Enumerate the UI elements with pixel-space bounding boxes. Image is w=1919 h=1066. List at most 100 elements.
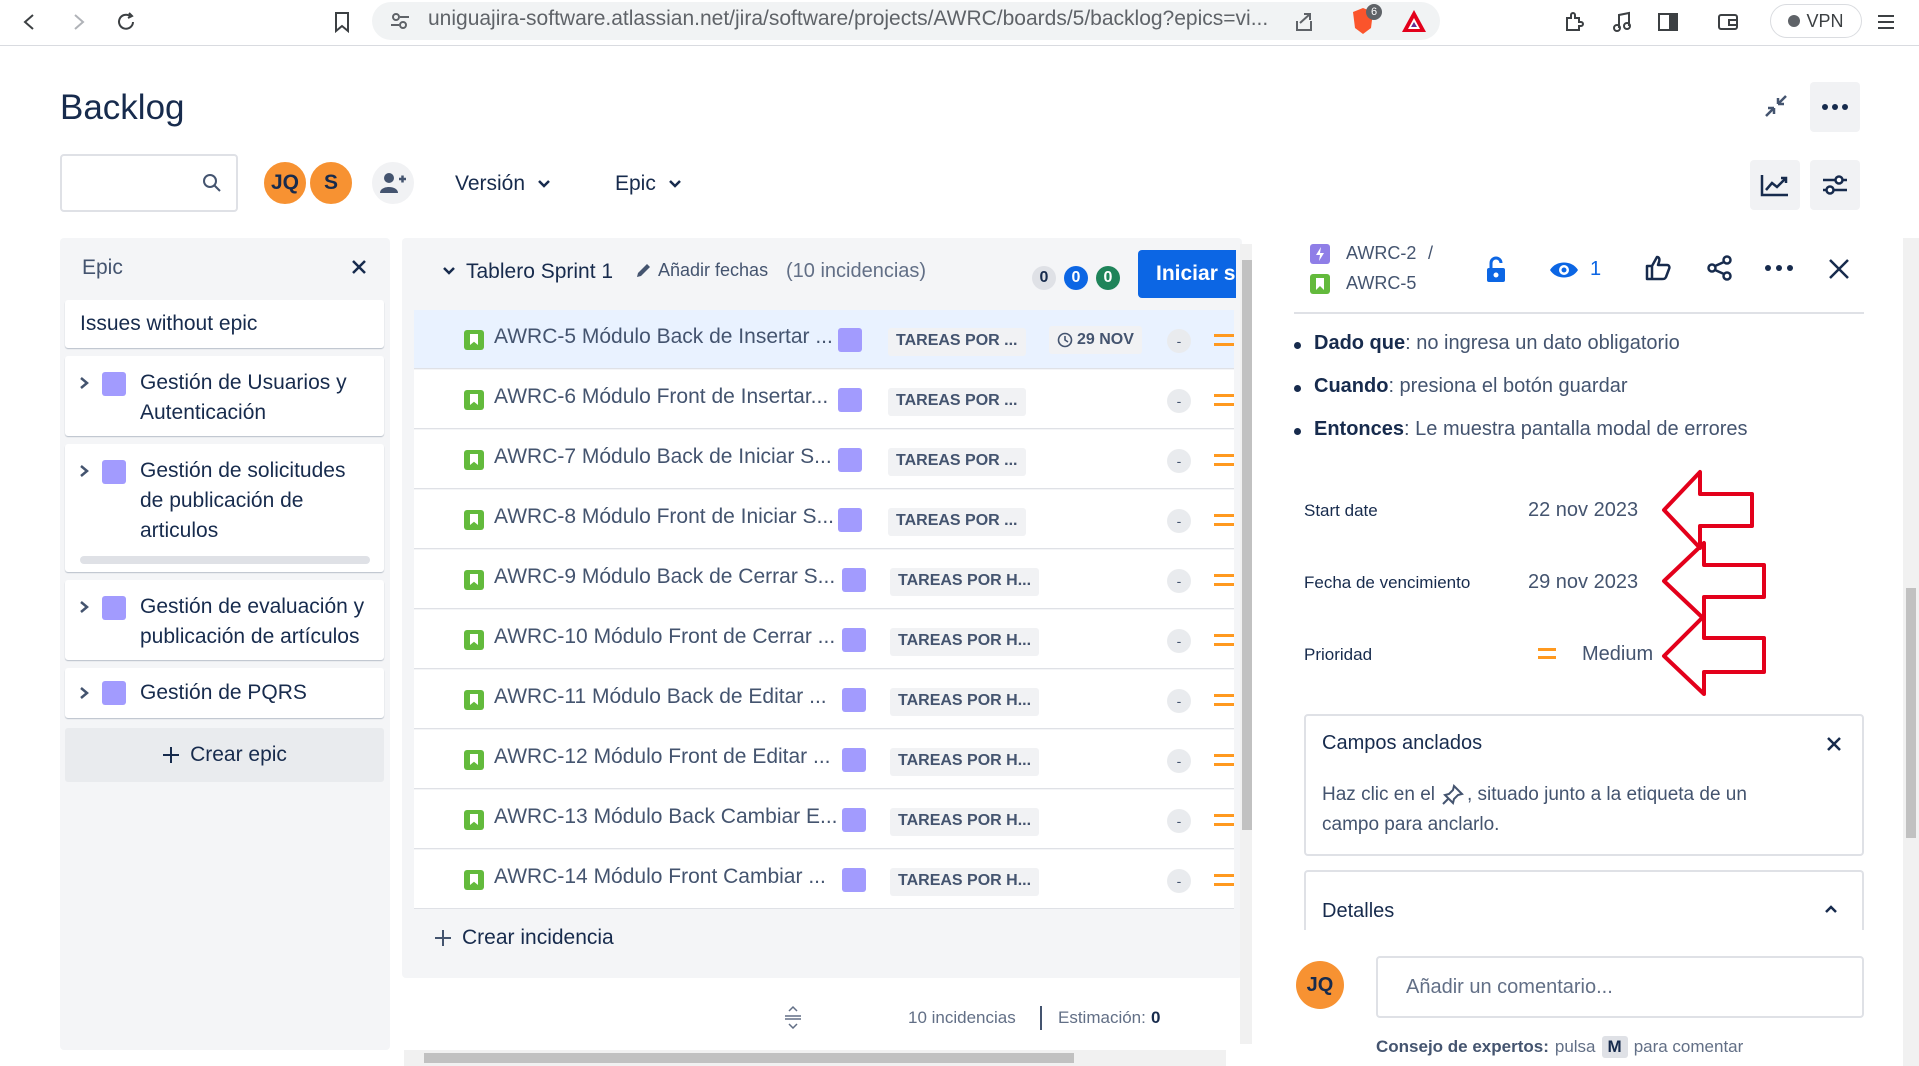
status-badge[interactable]: TAREAS POR H... (890, 628, 1040, 656)
page-scrollbar-thumb[interactable] (1906, 588, 1916, 838)
issue-summary[interactable]: AWRC-14 Módulo Front Cambiar ... (494, 865, 844, 889)
status-badge[interactable]: TAREAS POR ... (888, 388, 1026, 416)
estimate-badge[interactable]: - (1167, 509, 1191, 533)
create-epic-button[interactable]: Crear epic (65, 728, 384, 782)
status-badge[interactable]: TAREAS POR H... (890, 808, 1040, 836)
extensions-icon[interactable] (1556, 4, 1592, 40)
chevron-right-icon[interactable] (77, 686, 91, 700)
version-filter[interactable]: Versión (455, 166, 551, 202)
issue-summary[interactable]: AWRC-13 Módulo Back Cambiar E... (494, 805, 844, 829)
start-sprint-button[interactable]: Iniciar sp (1138, 250, 1236, 298)
chevron-right-icon[interactable] (77, 376, 91, 390)
estimate-badge[interactable]: - (1167, 569, 1191, 593)
search-input[interactable] (60, 154, 238, 212)
close-pinned-icon[interactable] (1826, 736, 1842, 752)
collapse-icon[interactable] (1762, 92, 1790, 120)
issue-summary[interactable]: AWRC-6 Módulo Front de Insertar... (494, 385, 844, 409)
estimate-badge[interactable]: - (1167, 389, 1191, 413)
epic-item[interactable]: Gestión de PQRS (65, 668, 384, 718)
chevron-down-icon[interactable] (442, 266, 456, 276)
more-options-button[interactable] (1810, 82, 1860, 132)
status-badge[interactable]: TAREAS POR H... (890, 688, 1040, 716)
issue-summary[interactable]: AWRC-12 Módulo Front de Editar ... (494, 745, 844, 769)
sprint-scrollbar-thumb[interactable] (1242, 260, 1252, 830)
add-dates-button[interactable]: Añadir fechas (634, 260, 768, 281)
menu-icon[interactable] (1868, 4, 1904, 40)
issues-without-epic[interactable]: Issues without epic (65, 300, 384, 348)
avatar[interactable]: S (308, 160, 354, 206)
chevron-up-icon[interactable] (1824, 904, 1838, 914)
create-issue-button[interactable]: Crear incidencia (434, 926, 614, 950)
close-epic-panel-icon[interactable] (350, 258, 368, 276)
epic-item[interactable]: Gestión de Usuarios y Autenticación (65, 356, 384, 436)
table-row[interactable]: AWRC-12 Módulo Front de Editar ... TAREAS… (414, 730, 1234, 789)
epic-item[interactable]: Gestión de evaluación y publicación de a… (65, 580, 384, 660)
forward-icon[interactable] (60, 4, 96, 40)
status-badge[interactable]: TAREAS POR ... (888, 328, 1026, 356)
estimate-badge[interactable]: - (1167, 449, 1191, 473)
estimate-badge[interactable]: - (1167, 629, 1191, 653)
sprint-name[interactable]: Tablero Sprint 1 (466, 260, 613, 284)
brave-rewards-icon[interactable] (1400, 8, 1428, 34)
table-row[interactable]: AWRC-13 Módulo Back Cambiar E... TAREAS P… (414, 790, 1234, 849)
wallet-icon[interactable] (1710, 4, 1746, 40)
table-row[interactable]: AWRC-11 Módulo Back de Editar ... TAREAS … (414, 670, 1234, 729)
comment-input[interactable]: Añadir un comentario... (1376, 956, 1864, 1018)
thumbs-up-icon[interactable] (1644, 254, 1672, 282)
share-icon[interactable] (1286, 4, 1322, 40)
table-row[interactable]: AWRC-8 Módulo Front de Iniciar S... TAREA… (414, 490, 1234, 549)
url-text[interactable]: uniguajira-software.atlassian.net/jira/s… (428, 7, 1278, 31)
brave-shield-icon[interactable]: 6 (1350, 4, 1382, 38)
issue-summary[interactable]: AWRC-7 Módulo Back de Iniciar S... (494, 445, 844, 469)
start-date-value[interactable]: 22 nov 2023 (1528, 499, 1638, 522)
issue-summary[interactable]: AWRC-5 Módulo Back de Insertar ... (494, 325, 844, 349)
table-row[interactable]: AWRC-5 Módulo Back de Insertar ... TAREAS… (414, 310, 1234, 369)
due-date-value[interactable]: 29 nov 2023 (1528, 571, 1638, 594)
estimate-badge[interactable]: - (1167, 689, 1191, 713)
unlock-icon[interactable] (1484, 256, 1508, 284)
issue-summary[interactable]: AWRC-9 Módulo Back de Cerrar S... (494, 565, 844, 589)
status-badge[interactable]: TAREAS POR H... (890, 568, 1040, 596)
issue-summary[interactable]: AWRC-10 Módulo Front de Cerrar ... (494, 625, 844, 649)
issue-summary[interactable]: AWRC-8 Módulo Front de Iniciar S... (494, 505, 844, 529)
ellipsis-icon[interactable] (1764, 264, 1794, 272)
estimate-badge[interactable]: - (1167, 749, 1191, 773)
table-row[interactable]: AWRC-6 Módulo Front de Insertar... TAREAS… (414, 370, 1234, 429)
music-icon[interactable] (1604, 4, 1640, 40)
table-row[interactable]: AWRC-9 Módulo Back de Cerrar S... TAREAS … (414, 550, 1234, 609)
status-badge[interactable]: TAREAS POR ... (888, 508, 1026, 536)
share-icon[interactable] (1706, 254, 1734, 282)
site-settings-icon[interactable] (390, 12, 410, 30)
status-badge[interactable]: TAREAS POR H... (890, 748, 1040, 776)
chevron-right-icon[interactable] (77, 464, 91, 478)
issue-summary[interactable]: AWRC-11 Módulo Back de Editar ... (494, 685, 844, 709)
details-section[interactable]: Detalles (1304, 870, 1864, 930)
page-scrollbar[interactable] (1903, 238, 1919, 1066)
estimate-badge[interactable]: - (1167, 869, 1191, 893)
close-icon[interactable] (1828, 258, 1850, 280)
insights-button[interactable] (1750, 160, 1800, 210)
epic-filter[interactable]: Epic (615, 166, 682, 202)
table-row[interactable]: AWRC-14 Módulo Front Cambiar ... TAREAS P… (414, 850, 1234, 909)
vpn-button[interactable]: VPN (1770, 4, 1862, 38)
status-badge[interactable]: TAREAS POR ... (888, 448, 1026, 476)
estimate-badge[interactable]: - (1167, 809, 1191, 833)
horizontal-scrollbar[interactable] (404, 1050, 1226, 1066)
bookmark-icon[interactable] (324, 4, 360, 40)
estimate-badge[interactable]: - (1167, 329, 1191, 353)
breadcrumb-current[interactable]: AWRC-5 (1346, 273, 1416, 294)
priority-value[interactable]: Medium (1582, 643, 1653, 666)
sidebar-toggle-icon[interactable] (1650, 4, 1686, 40)
table-row[interactable]: AWRC-7 Módulo Back de Iniciar S... TAREAS… (414, 430, 1234, 489)
reload-icon[interactable] (108, 4, 144, 40)
add-people-button[interactable] (370, 160, 416, 206)
back-icon[interactable] (12, 4, 48, 40)
status-badge[interactable]: TAREAS POR H... (890, 868, 1040, 896)
resize-handle-icon[interactable] (782, 1005, 804, 1029)
horizontal-scrollbar-thumb[interactable] (424, 1053, 1074, 1063)
watch-button[interactable]: 1 (1548, 258, 1601, 281)
chevron-right-icon[interactable] (77, 600, 91, 614)
table-row[interactable]: AWRC-10 Módulo Front de Cerrar ... TAREAS… (414, 610, 1234, 669)
breadcrumb-parent[interactable]: AWRC-2 (1346, 243, 1416, 264)
epic-item[interactable]: Gestión de solicitudes de publicación de… (65, 444, 384, 572)
